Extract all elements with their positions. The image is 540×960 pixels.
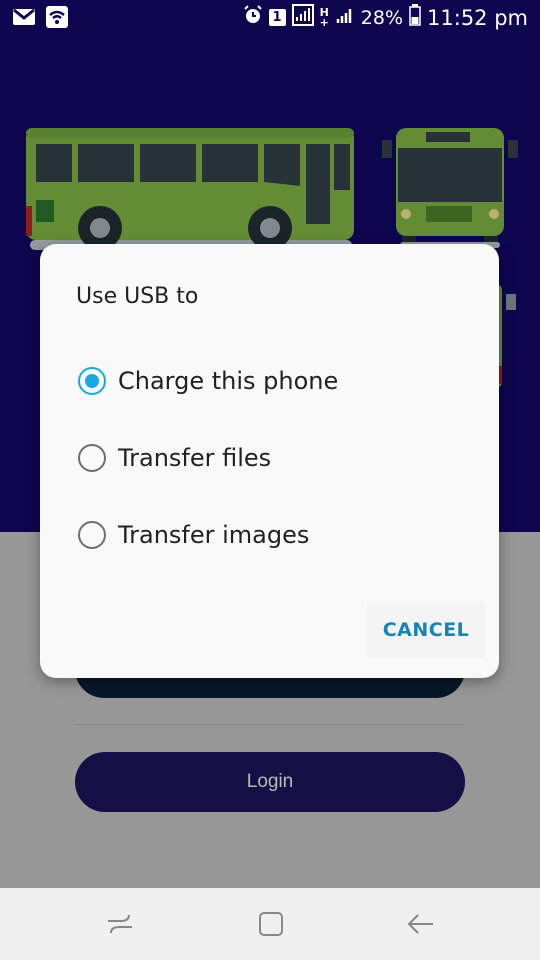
alarm-icon [243,5,263,30]
cancel-button[interactable]: CANCEL [367,602,485,658]
option-charge-phone[interactable]: Charge this phone [78,364,338,398]
status-bar: 1 H + 28% 11:52 pm [0,0,540,36]
clock: 11:52 pm [427,5,528,30]
option-label: Charge this phone [118,367,339,395]
battery-percent: 28% [360,6,404,29]
option-transfer-files[interactable]: Transfer files [78,441,271,475]
dialog-title: Use USB to [76,284,199,309]
wifi-icon [46,6,68,33]
sim-badge: 1 [268,9,286,26]
signal-bars-icon [335,6,355,29]
option-label: Transfer images [118,521,310,549]
back-icon[interactable] [406,909,436,939]
battery-icon [409,4,421,31]
hplus-icon: H + [319,5,329,29]
home-icon[interactable] [256,909,286,939]
option-label: Transfer files [118,444,272,472]
radio-selected-icon[interactable] [78,367,106,395]
sim-signal-icon [291,4,314,31]
option-transfer-images[interactable]: Transfer images [78,518,309,552]
radio-unselected-icon[interactable] [78,521,106,549]
recent-apps-icon[interactable] [105,909,135,939]
radio-unselected-icon[interactable] [78,444,106,472]
usb-dialog: Use USB to Charge this phone Transfer fi… [40,244,499,678]
gmail-icon [12,8,36,31]
